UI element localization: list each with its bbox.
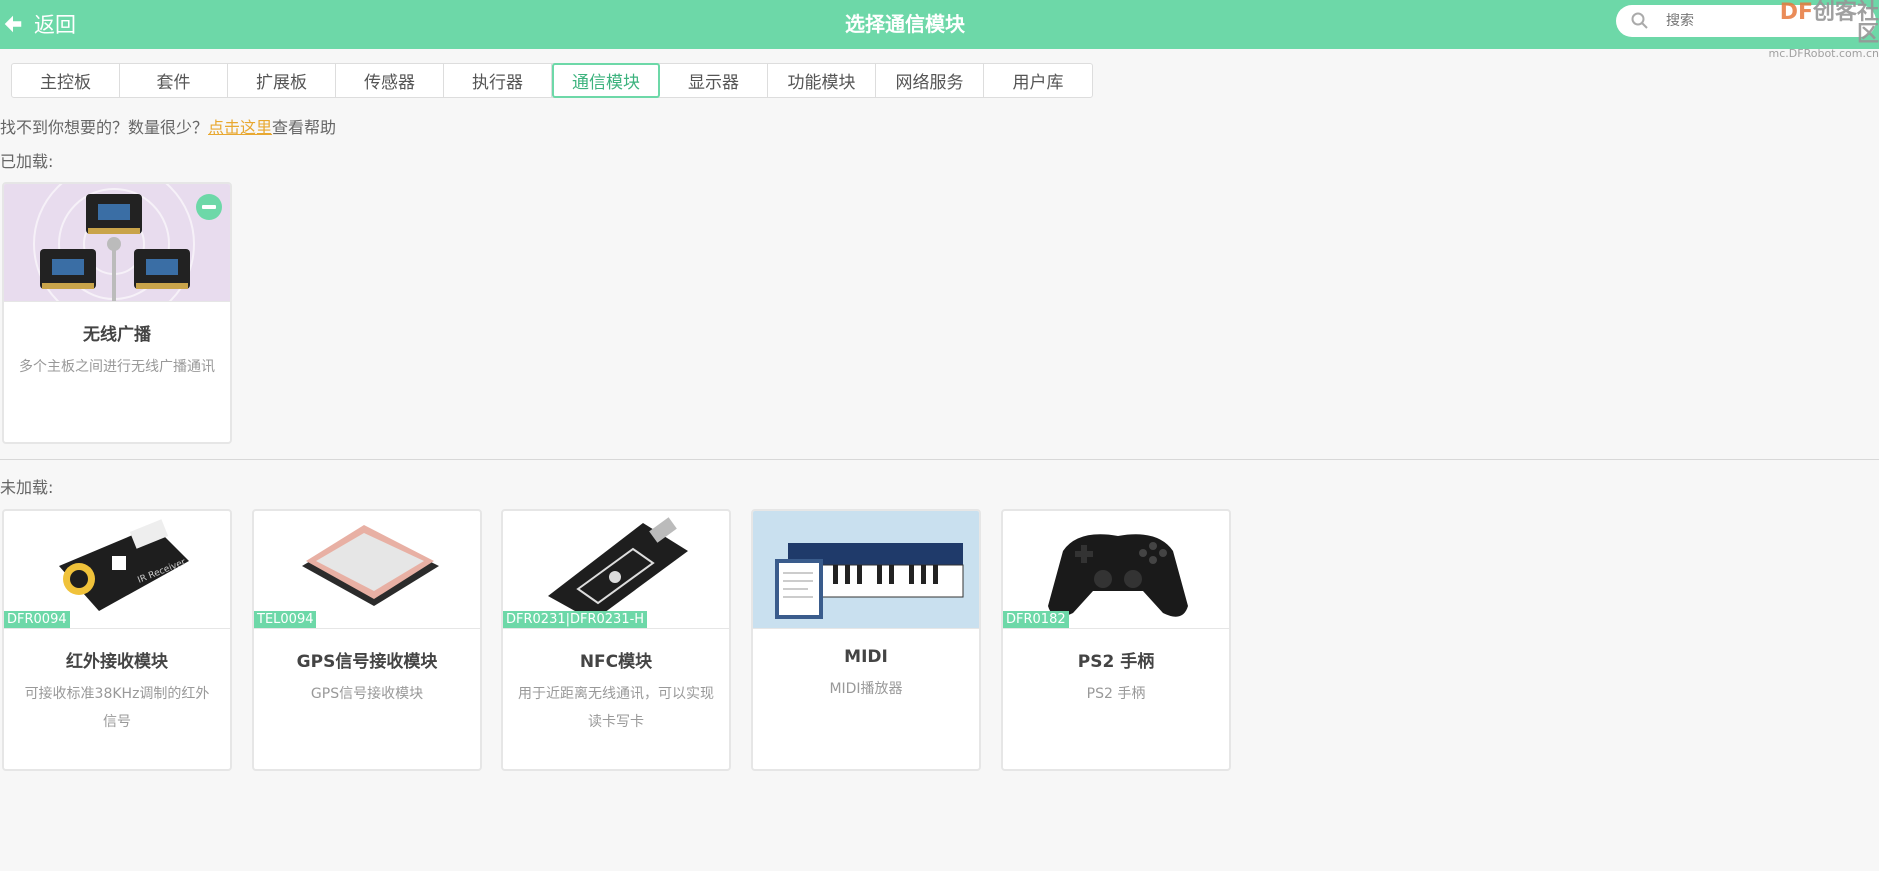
tab-expansion-board[interactable]: 扩展板 (228, 64, 336, 97)
search-input[interactable] (1666, 13, 1746, 29)
gamepad-image: DFR0182 (1003, 511, 1229, 629)
card-desc: 用于近距离无线通讯，可以实现读卡写卡 (518, 686, 714, 730)
extension-card-ir-receiver[interactable]: IR Receiver DFR0094 红外接收模块 可接收标准38KHz调制的… (2, 509, 232, 771)
loaded-section-label: 已加载: (0, 152, 54, 171)
tab-display[interactable]: 显示器 (660, 64, 768, 97)
category-tabs: 主控板 套件 扩展板 传感器 执行器 通信模块 显示器 功能模块 网络服务 用户… (11, 63, 1093, 98)
sku-badge: DFR0182 (1003, 611, 1069, 628)
nfc-board-image: DFR0231|DFR0231-H (503, 511, 729, 629)
watermark-logo: DF创客社区 mc.DFRobot.com.cn (1768, 0, 1879, 60)
tab-user-library[interactable]: 用户库 (984, 64, 1092, 97)
help-suffix: 查看帮助 (272, 118, 337, 137)
card-desc: 多个主板之间进行无线广播通讯 (19, 359, 215, 375)
card-desc: MIDI播放器 (829, 681, 903, 697)
card-name: 无线广播 (83, 325, 151, 345)
section-divider (0, 459, 1879, 460)
search-icon (1631, 12, 1648, 29)
card-desc: PS2 手柄 (1086, 686, 1146, 702)
card-name: 红外接收模块 (66, 652, 168, 672)
remove-icon[interactable] (196, 194, 222, 220)
extension-card-gps[interactable]: TEL0094 GPS信号接收模块 GPS信号接收模块 (252, 509, 482, 771)
extension-card-ps2-gamepad[interactable]: DFR0182 PS2 手柄 PS2 手柄 (1001, 509, 1231, 771)
card-desc: 可接收标准38KHz调制的红外信号 (24, 686, 210, 730)
page-title: 选择通信模块 (845, 12, 965, 36)
ir-receiver-image: IR Receiver DFR0094 (4, 511, 230, 629)
help-prefix: 找不到你想要的？数量很少？ (0, 118, 209, 137)
top-bar: 返回 选择通信模块 DF创客社区 mc.DFRobot.com.cn (0, 0, 1879, 59)
sku-badge: TEL0094 (254, 611, 317, 628)
extension-card-wireless-broadcast[interactable]: 无线广播 多个主板之间进行无线广播通讯 (2, 182, 232, 444)
card-name: PS2 手柄 (1077, 652, 1155, 672)
extension-card-nfc[interactable]: DFR0231|DFR0231-H NFC模块 用于近距离无线通讯，可以实现读卡… (501, 509, 731, 771)
help-link[interactable]: 点击这里 (208, 118, 272, 137)
tab-sensor[interactable]: 传感器 (336, 64, 444, 97)
card-name: GPS信号接收模块 (296, 652, 438, 672)
midi-keyboard-image (753, 511, 979, 629)
extension-card-midi[interactable]: MIDI MIDI播放器 (751, 509, 981, 771)
tab-communication[interactable]: 通信模块 (552, 63, 660, 98)
tab-actuator[interactable]: 执行器 (444, 64, 552, 97)
gps-antenna-image: TEL0094 (254, 511, 480, 629)
tab-main-board[interactable]: 主控板 (12, 64, 120, 97)
sku-badge: DFR0231|DFR0231-H (503, 611, 648, 628)
card-name: MIDI (844, 647, 888, 667)
unloaded-section-label: 未加载: (0, 478, 54, 497)
card-desc: GPS信号接收模块 (310, 686, 424, 702)
tab-function-module[interactable]: 功能模块 (768, 64, 876, 97)
help-line: 找不到你想要的？数量很少？点击这里查看帮助 (0, 114, 336, 138)
sku-badge: DFR0094 (4, 611, 70, 628)
tab-kit[interactable]: 套件 (120, 64, 228, 97)
tab-network-service[interactable]: 网络服务 (876, 64, 984, 97)
card-name: NFC模块 (579, 652, 653, 672)
